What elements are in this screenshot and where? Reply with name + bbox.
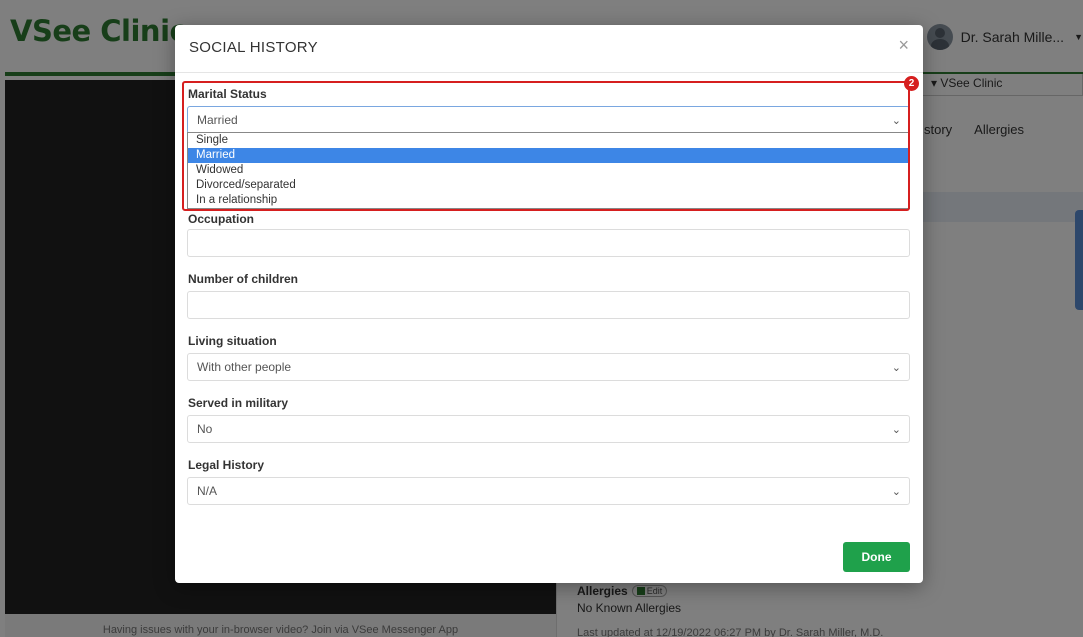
living-situation-value: With other people <box>197 360 292 374</box>
military-value: No <box>197 422 213 436</box>
children-label: Number of children <box>188 272 299 286</box>
step-badge: 2 <box>904 76 919 91</box>
occupation-input[interactable] <box>187 229 910 257</box>
legal-history-label: Legal History <box>188 458 265 472</box>
done-button[interactable]: Done <box>843 542 910 572</box>
modal-title: SOCIAL HISTORY <box>189 39 318 56</box>
chevron-down-icon: ⌄ <box>891 424 901 436</box>
military-select[interactable]: No ⌄ <box>187 415 910 443</box>
living-situation-select[interactable]: With other people ⌄ <box>187 353 910 381</box>
children-input[interactable] <box>187 291 910 319</box>
military-label: Served in military <box>188 396 289 410</box>
annotation-highlight <box>182 81 910 211</box>
social-history-modal: SOCIAL HISTORY × Marital Status Married … <box>175 25 923 583</box>
legal-history-select[interactable]: N/A ⌄ <box>187 477 910 505</box>
occupation-label: Occupation <box>188 212 255 226</box>
modal-divider <box>175 72 923 73</box>
chevron-down-icon: ⌄ <box>891 486 901 498</box>
chevron-down-icon: ⌄ <box>891 362 901 374</box>
legal-history-value: N/A <box>197 484 218 498</box>
close-icon[interactable]: × <box>898 35 909 56</box>
living-situation-label: Living situation <box>188 334 277 348</box>
